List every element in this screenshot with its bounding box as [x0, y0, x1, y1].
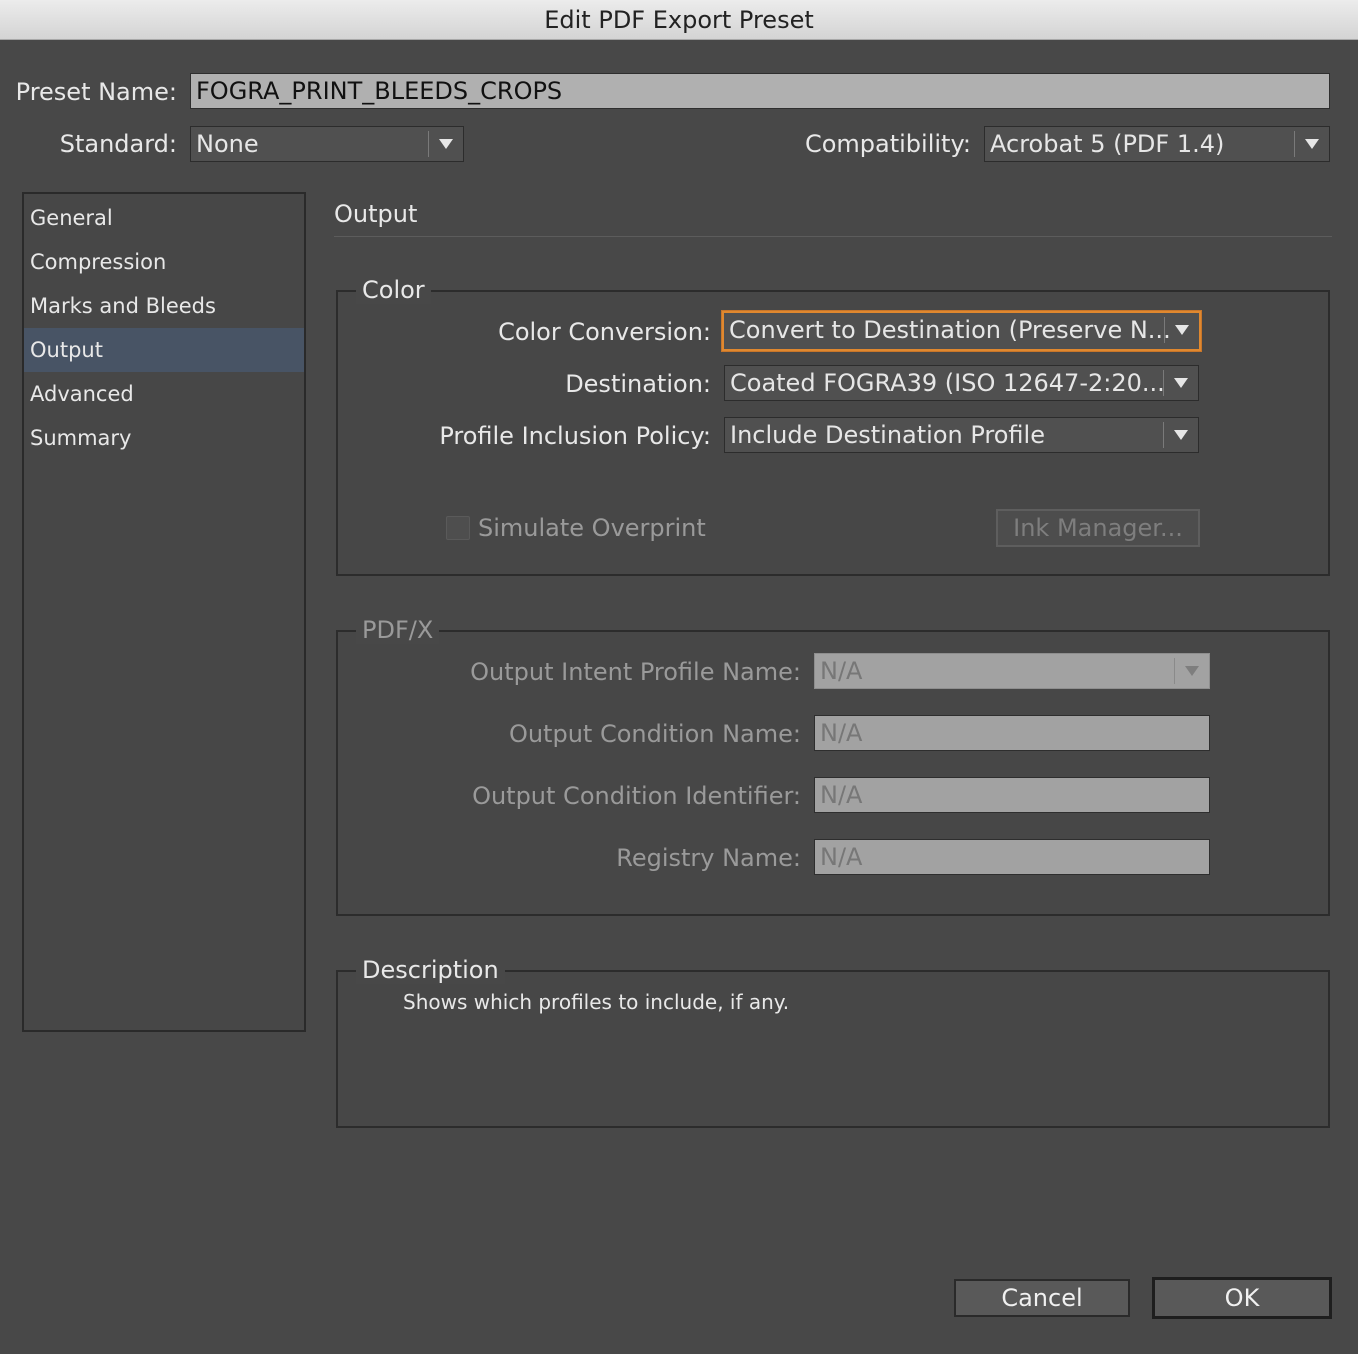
cancel-button[interactable]: Cancel: [954, 1279, 1130, 1317]
registry-name-label: Registry Name:: [616, 844, 801, 872]
standard-label: Standard:: [59, 130, 177, 158]
sidebar-item-compression[interactable]: Compression: [24, 240, 304, 284]
output-intent-dropdown[interactable]: N/A: [814, 653, 1210, 689]
dropdown-separator: [1174, 658, 1175, 684]
standard-dropdown[interactable]: None: [190, 126, 464, 162]
section-title: Output: [334, 200, 418, 228]
compatibility-value: Acrobat 5 (PDF 1.4): [990, 130, 1225, 158]
ink-manager-button[interactable]: Ink Manager...: [996, 509, 1200, 547]
dropdown-separator: [1163, 422, 1164, 448]
window-title: Edit PDF Export Preset: [0, 0, 1358, 40]
chevron-down-icon: [439, 139, 453, 149]
chevron-down-icon: [1185, 666, 1199, 676]
compatibility-dropdown[interactable]: Acrobat 5 (PDF 1.4): [984, 126, 1330, 162]
registry-name-input[interactable]: N/A: [814, 839, 1210, 875]
chevron-down-icon: [1174, 430, 1188, 440]
sidebar-item-general[interactable]: General: [24, 196, 304, 240]
chevron-down-icon: [1174, 378, 1188, 388]
sidebar: General Compression Marks and Bleeds Out…: [22, 192, 306, 1032]
sidebar-item-marks-and-bleeds[interactable]: Marks and Bleeds: [24, 284, 304, 328]
output-condition-identifier-input[interactable]: N/A: [814, 777, 1210, 813]
dropdown-separator: [1294, 131, 1295, 157]
sidebar-item-summary[interactable]: Summary: [24, 416, 304, 460]
output-condition-name-label: Output Condition Name:: [508, 720, 801, 748]
output-intent-label: Output Intent Profile Name:: [470, 658, 801, 686]
chevron-down-icon: [1175, 325, 1189, 335]
chevron-down-icon: [1305, 139, 1319, 149]
profile-policy-dropdown[interactable]: Include Destination Profile: [724, 417, 1199, 453]
color-group-legend: Color: [356, 276, 431, 304]
preset-name-label: Preset Name:: [15, 78, 177, 106]
dropdown-separator: [1164, 317, 1165, 343]
compatibility-label: Compatibility:: [804, 130, 971, 158]
output-condition-identifier-label: Output Condition Identifier:: [472, 782, 801, 810]
description-text: Shows which profiles to include, if any.: [403, 990, 790, 1014]
profile-policy-label: Profile Inclusion Policy:: [439, 422, 711, 450]
profile-policy-value: Include Destination Profile: [730, 421, 1045, 449]
preset-name-input[interactable]: FOGRA_PRINT_BLEEDS_CROPS: [190, 73, 1330, 109]
color-conversion-dropdown[interactable]: Convert to Destination (Preserve N...: [722, 311, 1201, 351]
ok-button[interactable]: OK: [1152, 1277, 1332, 1319]
destination-label: Destination:: [565, 370, 711, 398]
output-condition-name-input[interactable]: N/A: [814, 715, 1210, 751]
color-conversion-value: Convert to Destination (Preserve N...: [729, 316, 1171, 344]
description-group-legend: Description: [356, 956, 505, 984]
sidebar-item-advanced[interactable]: Advanced: [24, 372, 304, 416]
section-divider: [334, 236, 1332, 237]
color-conversion-label: Color Conversion:: [498, 318, 711, 346]
standard-value: None: [196, 130, 259, 158]
sidebar-item-output[interactable]: Output: [24, 328, 304, 372]
destination-value: Coated FOGRA39 (ISO 12647-2:20...: [730, 369, 1165, 397]
simulate-overprint-label: Simulate Overprint: [478, 514, 706, 542]
simulate-overprint-checkbox[interactable]: [446, 516, 470, 540]
pdfx-group-legend: PDF/X: [356, 616, 440, 644]
dropdown-separator: [428, 131, 429, 157]
destination-dropdown[interactable]: Coated FOGRA39 (ISO 12647-2:20...: [724, 365, 1199, 401]
dropdown-separator: [1163, 370, 1164, 396]
output-intent-value: N/A: [820, 657, 863, 685]
